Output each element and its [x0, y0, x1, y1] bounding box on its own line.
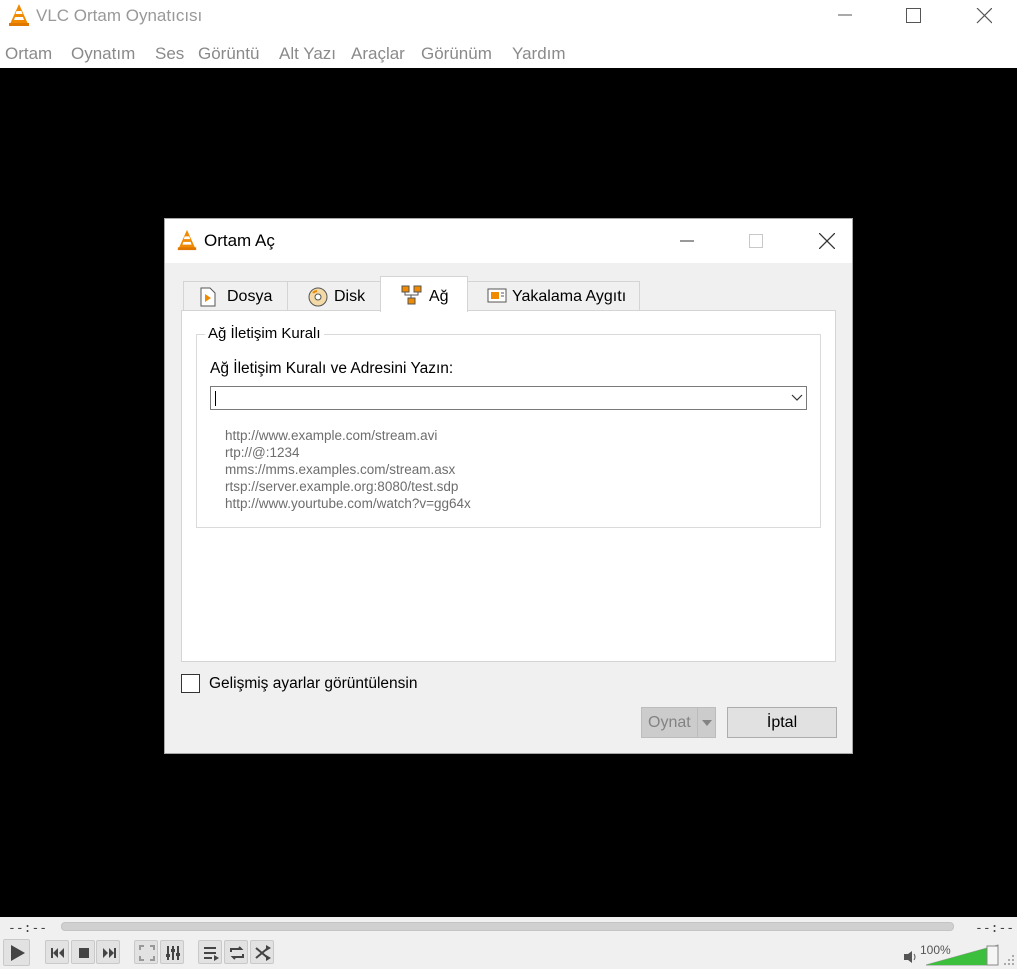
- chevron-down-icon[interactable]: [790, 392, 804, 404]
- tab-ag[interactable]: Ağ: [380, 276, 468, 312]
- dialog-close-button[interactable]: [807, 227, 847, 255]
- url-field-label: Ağ İletişim Kuralı ve Adresini Yazın:: [210, 360, 454, 377]
- playback-controls: --:-- --:-- 100%: [0, 917, 1017, 969]
- dialog-title: Ortam Aç: [204, 231, 275, 250]
- main-titlebar: VLC Ortam Oynatıcısı: [0, 0, 1017, 32]
- close-button[interactable]: [961, 0, 1007, 32]
- disc-icon: [308, 287, 328, 307]
- playlist-button[interactable]: [198, 940, 222, 964]
- capture-device-icon: [487, 288, 507, 303]
- tab-label-yakalama-aygiti: Yakalama Aygıtı: [512, 288, 627, 305]
- loop-icon: [230, 946, 244, 960]
- menu-oynatim[interactable]: Oynatım: [71, 44, 135, 64]
- resize-grip-icon[interactable]: [1003, 954, 1015, 966]
- play-button-label: Oynat: [648, 714, 691, 731]
- group-title: Ağ İletişim Kuralı: [205, 325, 324, 342]
- speaker-icon[interactable]: [903, 950, 919, 964]
- dropdown-arrow-icon: [702, 720, 712, 726]
- previous-button[interactable]: [45, 940, 69, 964]
- play-options-dropdown[interactable]: [697, 708, 715, 737]
- dialog-maximize-button[interactable]: [736, 227, 776, 255]
- equalizer-icon: [166, 946, 180, 960]
- menu-ses[interactable]: Ses: [155, 44, 184, 64]
- next-icon: [103, 948, 116, 958]
- stop-button[interactable]: [71, 940, 95, 964]
- minimize-icon: [838, 14, 852, 16]
- fullscreen-button[interactable]: [134, 940, 158, 964]
- network-icon: [401, 285, 422, 305]
- vlc-cone-icon: [9, 4, 29, 26]
- play-icon: [11, 945, 25, 961]
- close-icon: [819, 233, 835, 249]
- open-media-dialog: Ortam Aç Dosya Disk Ağ Yakalama Aygıtı A…: [164, 218, 853, 754]
- menu-gorunum[interactable]: Görünüm: [421, 44, 492, 64]
- seek-slider[interactable]: [61, 922, 954, 931]
- play-button[interactable]: [3, 939, 30, 966]
- next-button[interactable]: [96, 940, 120, 964]
- menu-alt-yazi[interactable]: Alt Yazı: [279, 44, 336, 64]
- advanced-settings-checkbox[interactable]: [181, 674, 200, 693]
- volume-slider[interactable]: [926, 944, 1001, 966]
- total-time: --:--: [975, 921, 1015, 936]
- text-caret: [215, 391, 216, 406]
- previous-icon: [51, 948, 64, 958]
- advanced-settings-label[interactable]: Gelişmiş ayarlar görüntülensin: [209, 675, 417, 693]
- window-title: VLC Ortam Oynatıcısı: [36, 6, 203, 25]
- shuffle-button[interactable]: [250, 940, 274, 964]
- shuffle-icon: [255, 945, 271, 961]
- dialog-titlebar: Ortam Aç: [165, 219, 852, 263]
- menu-araclar[interactable]: Araçlar: [351, 44, 405, 64]
- extended-settings-button[interactable]: [160, 940, 184, 964]
- maximize-icon: [906, 8, 921, 23]
- example-url: mms://mms.examples.com/stream.asx: [225, 462, 456, 477]
- network-url-combobox[interactable]: [210, 386, 807, 410]
- dialog-minimize-button[interactable]: [667, 227, 707, 255]
- url-examples: http://www.example.com/stream.avi rtp://…: [225, 427, 471, 512]
- fullscreen-icon: [139, 945, 155, 961]
- example-url: http://www.example.com/stream.avi: [225, 428, 438, 443]
- elapsed-time: --:--: [8, 921, 48, 936]
- example-url: rtsp://server.example.org:8080/test.sdp: [225, 479, 459, 494]
- menu-goruntu[interactable]: Görüntü: [198, 44, 259, 64]
- tab-disk[interactable]: Disk: [287, 281, 381, 311]
- tab-label-disk: Disk: [334, 288, 366, 305]
- vlc-cone-icon: [177, 229, 197, 251]
- example-url: rtp://@:1234: [225, 445, 300, 460]
- close-icon: [976, 8, 992, 24]
- play-split-button[interactable]: Oynat: [641, 707, 716, 738]
- tab-yakalama-aygiti[interactable]: Yakalama Aygıtı: [467, 281, 640, 311]
- menu-ortam[interactable]: Ortam: [5, 44, 52, 64]
- tab-label-ag: Ağ: [429, 288, 449, 305]
- network-tab-panel: Ağ İletişim Kuralı Ağ İletişim Kuralı ve…: [181, 310, 836, 662]
- maximize-icon: [749, 234, 763, 248]
- loop-button[interactable]: [224, 940, 248, 964]
- maximize-button[interactable]: [890, 0, 936, 32]
- menu-yardim[interactable]: Yardım: [512, 44, 566, 64]
- cancel-button[interactable]: İptal: [727, 707, 837, 738]
- tab-label-dosya: Dosya: [227, 288, 273, 305]
- minimize-button[interactable]: [822, 0, 868, 32]
- playlist-icon: [204, 947, 219, 961]
- menubar: Ortam Oynatım Ses Görüntü Alt Yazı Araçl…: [0, 38, 1017, 68]
- minimize-icon: [680, 240, 694, 242]
- tab-dosya[interactable]: Dosya: [183, 281, 288, 311]
- network-protocol-group: Ağ İletişim Kuralı Ağ İletişim Kuralı ve…: [196, 325, 821, 528]
- stop-icon: [79, 948, 89, 958]
- example-url: http://www.yourtube.com/watch?v=gg64x: [225, 496, 471, 511]
- file-icon: [200, 287, 216, 307]
